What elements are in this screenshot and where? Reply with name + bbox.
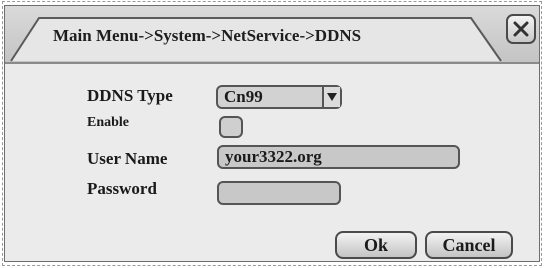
user-name-field[interactable]: your3322.org: [217, 145, 460, 169]
ok-button[interactable]: Ok: [335, 231, 417, 259]
ddns-type-label: DDNS Type: [87, 86, 173, 105]
enable-checkbox[interactable]: [219, 116, 243, 138]
dropdown-arrow-icon: [322, 87, 340, 107]
close-button[interactable]: [506, 14, 536, 44]
enable-label: Enable: [87, 115, 130, 130]
ddns-type-value: Cn99: [224, 87, 263, 106]
user-name-label: User Name: [87, 149, 168, 168]
cancel-button[interactable]: Cancel: [425, 231, 513, 259]
password-field[interactable]: [217, 181, 341, 205]
close-icon: [513, 21, 529, 37]
ddns-type-select[interactable]: Cn99: [216, 85, 342, 109]
user-name-value: your3322.org: [225, 147, 322, 166]
dialog-title: Main Menu->System->NetService->DDNS: [53, 26, 362, 45]
ddns-dialog: Main Menu->System->NetService->DDNS DDNS…: [4, 5, 540, 262]
password-label: Password: [87, 179, 157, 198]
title-bar: Main Menu->System->NetService->DDNS: [5, 6, 539, 64]
